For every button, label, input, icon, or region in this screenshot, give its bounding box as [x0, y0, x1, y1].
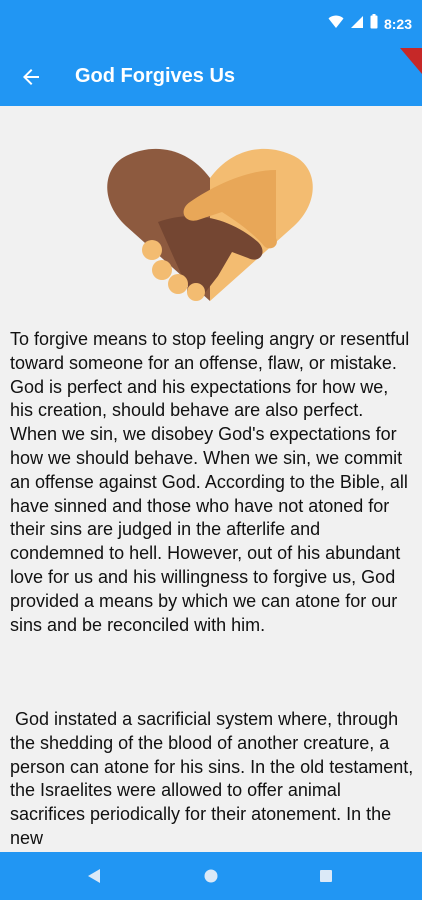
arrow-back-icon	[23, 69, 39, 85]
battery-icon	[370, 14, 378, 34]
app-bar: God Forgives Us	[0, 48, 422, 106]
status-icons: 8:23	[328, 14, 412, 34]
signal-icon	[350, 15, 364, 34]
content-area[interactable]: To forgive means to stop feeling angry o…	[0, 106, 422, 852]
status-time: 8:23	[383, 16, 412, 32]
page-title: God Forgives Us	[75, 65, 236, 87]
nav-home-button[interactable]	[199, 864, 223, 888]
nav-recents-button[interactable]	[314, 864, 338, 888]
back-button[interactable]	[12, 58, 50, 96]
triangle-back-icon	[88, 869, 100, 883]
status-bar: 8:23	[0, 0, 422, 48]
system-nav-bar	[0, 852, 422, 900]
nav-back-button[interactable]	[82, 864, 106, 888]
square-recents-icon	[320, 870, 332, 882]
corner-decoration	[400, 48, 422, 74]
body-paragraph: To forgive means to stop feeling angry o…	[10, 329, 415, 635]
circle-home-icon	[204, 869, 218, 883]
heart-handshake-icon	[107, 148, 313, 301]
wifi-icon	[328, 15, 344, 34]
body-paragraph: God instated a sacrificial system where,…	[10, 709, 419, 848]
